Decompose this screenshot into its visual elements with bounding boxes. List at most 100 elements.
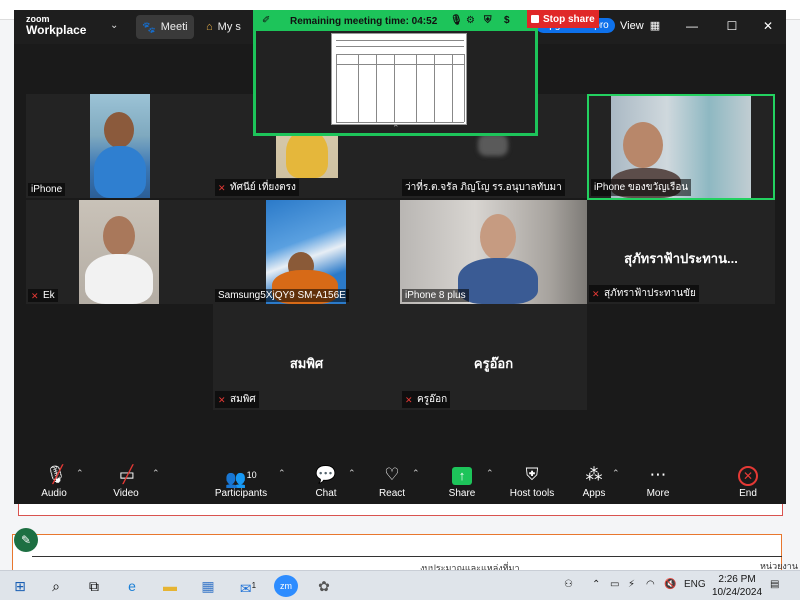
chevron-up-icon[interactable]: ⌃ (348, 468, 356, 479)
shield-icon[interactable]: ⛨ (484, 15, 492, 26)
video-tile[interactable]: สมพิศ ✕ สมพิศ (213, 304, 400, 410)
view-label: View (620, 20, 644, 32)
host-tools-label: Host tools (509, 488, 555, 499)
share-label: Share (448, 488, 476, 499)
meeting-toolbar: 🎙╱ Audio ⌃ ▭╱ Video ⌃ 👥10 Participants ⌃… (14, 458, 786, 504)
stop-share-button[interactable]: Stop share (527, 10, 599, 28)
remaining-time: Remaining meeting time: 04:52 (290, 16, 438, 27)
minimize-icon[interactable]: — (682, 16, 702, 36)
participant-name: iPhone (28, 183, 66, 196)
participant-name: iPhone 8 plus (402, 289, 469, 302)
participant-video (79, 200, 159, 304)
video-tile[interactable]: ✕ Ek (26, 200, 213, 304)
react-label: React (378, 488, 406, 499)
mic-muted-icon: ✕ (592, 288, 600, 299)
maximize-icon[interactable]: ☐ (722, 16, 742, 36)
participants-label: Participants (214, 488, 268, 499)
participants-count: 10 (246, 470, 257, 480)
tab-meeting-label: Meeti (160, 21, 188, 33)
participant-name: ✕ ครูอ๊อก (402, 391, 451, 408)
people-icon[interactable]: ⚇ (564, 579, 573, 590)
chevron-down-icon[interactable]: ⌄ (110, 20, 118, 31)
more-label: More (646, 488, 670, 499)
chevron-up-icon[interactable]: ⌃ (612, 468, 620, 479)
mic-muted-icon: ✕ (31, 290, 39, 301)
share-preview[interactable]: ✐ Remaining meeting time: 04:52 🎙 ⚙ ⛨ $ … (253, 10, 538, 136)
more-icon: ⋯ (649, 465, 667, 484)
power-icon: ⚡ (628, 579, 636, 590)
participant-name: iPhone ของขวัญเรือน (591, 179, 692, 196)
participant-name: ✕ Ek (28, 289, 58, 302)
video-tile[interactable]: Samsung5XjQY9 SM-A156E (213, 200, 400, 304)
tab-meeting[interactable]: 🐾 Meeti (136, 15, 194, 39)
zoom-window: zoom Workplace ⌄ 🐾 Meeti ⌂ My s 52 Upgra… (14, 10, 786, 504)
video-label: Video (113, 488, 139, 499)
shield-icon: ⛨ (525, 465, 539, 484)
video-button[interactable]: ▭╱ Video (94, 464, 158, 499)
tab-my[interactable]: ⌂ My s (200, 15, 252, 39)
notification-icon[interactable]: ▤ (770, 579, 779, 590)
tab-my-label: My s (217, 21, 241, 33)
participant-name: ✕ สุภัทราฟ้าประทานขัย (589, 285, 699, 302)
participants-icon: 👥10 (225, 469, 257, 489)
wifi-icon[interactable]: ◠ (646, 579, 655, 590)
chevron-up-icon[interactable]: ⌃ (412, 468, 420, 479)
zoom-taskbar-icon[interactable]: zm (274, 575, 298, 597)
video-tile-active-speaker[interactable]: iPhone ของขวัญเรือน (587, 94, 775, 200)
participants-button[interactable]: 👥10 Participants (208, 464, 274, 499)
zoom-logo: zoom Workplace (26, 14, 87, 37)
end-button[interactable]: ✕ End (716, 464, 780, 499)
mic-muted-icon: ✕ (218, 394, 226, 405)
background-table (32, 556, 782, 570)
language-indicator[interactable]: ENG (684, 579, 706, 590)
windows-start-icon[interactable]: ⊞ (8, 575, 32, 597)
mic-muted-icon: ✕ (405, 394, 413, 405)
close-icon[interactable]: ✕ (758, 16, 778, 36)
chevron-up-icon[interactable]: ⌃ (392, 123, 400, 134)
store-icon[interactable]: ▦ (196, 575, 220, 597)
search-icon[interactable]: ⌕ (44, 575, 68, 597)
mail-badge: 1 (251, 581, 257, 590)
video-tile[interactable]: iPhone (26, 94, 213, 198)
chevron-up-icon[interactable]: ⌃ (592, 579, 600, 590)
shared-document-thumbnail (331, 33, 467, 125)
participant-name: ✕ ทัศนีย์ เที่ยงตรง (215, 179, 299, 196)
more-button[interactable]: ⋯ More (626, 464, 690, 499)
mail-icon[interactable]: ✉1 (236, 575, 260, 597)
pen-icon[interactable]: ✎ (14, 528, 38, 552)
paint-icon[interactable]: ✿ (312, 575, 336, 597)
battery-icon: ▭ (610, 579, 620, 590)
chevron-up-icon[interactable]: ⌃ (486, 468, 494, 479)
share-button[interactable]: ↑ Share (430, 464, 494, 499)
participant-big-label: สมพิศ (289, 355, 324, 371)
taskbar-clock[interactable]: 2:26 PM 10/24/2024 (712, 573, 762, 599)
home-icon: ⌂ (206, 21, 213, 33)
end-label: End (739, 488, 757, 499)
paw-icon: 🐾 (142, 21, 156, 34)
settings-icon[interactable]: ⚙ (466, 15, 475, 26)
share-icon: ↑ (452, 467, 472, 485)
view-button[interactable]: View ▦ (620, 19, 660, 32)
chat-label: Chat (315, 488, 337, 499)
host-tools-button[interactable]: ⛨ Host tools (500, 464, 564, 499)
video-off-icon: ▭╱ (118, 465, 135, 484)
participant-name: ว่าที่ร.ต.จรัล ภิญโญ รร.อนุบาลทับมา (402, 179, 565, 196)
edge-icon[interactable]: e (120, 575, 144, 597)
participant-big-label: สุภัทราฟ้าประทาน... (624, 250, 738, 266)
video-tile[interactable]: iPhone 8 plus (400, 200, 587, 304)
file-explorer-icon[interactable]: ▬ (158, 575, 182, 597)
chevron-up-icon[interactable]: ⌃ (76, 468, 84, 479)
mic-icon[interactable]: 🎙 (450, 15, 463, 26)
video-tile[interactable]: สุภัทราฟ้าประทาน... ✕ สุภัทราฟ้าประทานขัย (587, 200, 775, 304)
stop-share-label: Stop share (543, 13, 595, 25)
volume-icon[interactable]: 🔇 (664, 579, 676, 590)
dollar-icon[interactable]: $ (504, 15, 510, 26)
task-view-icon[interactable]: ⧉ (82, 575, 106, 597)
participant-video (478, 134, 508, 156)
end-call-icon: ✕ (738, 466, 758, 486)
chevron-up-icon[interactable]: ⌃ (278, 468, 286, 479)
chevron-up-icon[interactable]: ⌃ (152, 468, 160, 479)
video-tile[interactable]: ครูอ๊อก ✕ ครูอ๊อก (400, 304, 587, 410)
participant-video (90, 94, 150, 198)
clock-date: 10/24/2024 (712, 587, 763, 598)
